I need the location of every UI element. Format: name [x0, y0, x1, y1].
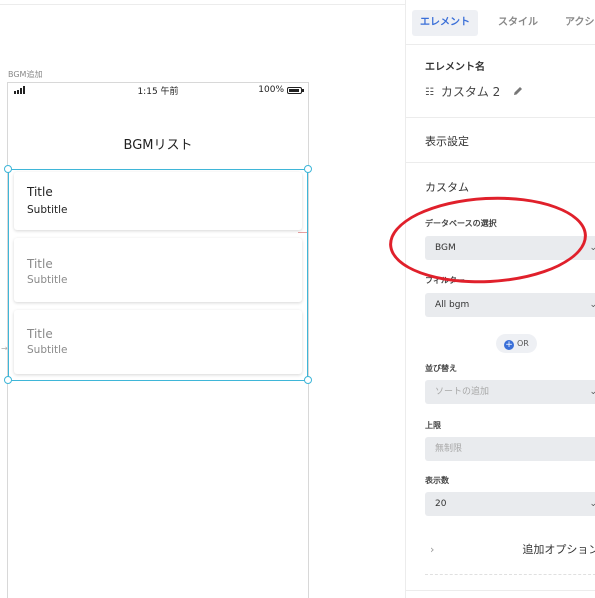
list-icon: ☷	[425, 87, 434, 98]
nav-title: BGMリスト	[123, 138, 193, 153]
display-settings-heading[interactable]: 表示設定	[425, 133, 469, 149]
filter-select[interactable]: All bgm ⌄	[425, 293, 595, 317]
limit-placeholder: 無制限	[435, 444, 463, 454]
status-bar: 1:15 午前 100%	[8, 83, 308, 97]
element-name-field[interactable]: ☷ カスタム 2	[425, 83, 524, 100]
sort-label: 並び替え	[425, 364, 457, 373]
count-select[interactable]: 20 ⌄	[425, 492, 595, 516]
more-options-label: 追加オプション	[522, 543, 595, 556]
battery-percent: 100%	[258, 85, 284, 95]
tab-element[interactable]: エレメント	[412, 10, 478, 36]
count-value: 20	[435, 499, 447, 509]
chevron-down-icon: ⌄	[589, 492, 595, 516]
limit-input[interactable]: 無制限	[425, 437, 595, 461]
more-options-toggle[interactable]: › 追加オプション	[430, 541, 595, 557]
divider	[425, 574, 595, 575]
sort-select[interactable]: ソートの追加 ⌄	[425, 380, 595, 404]
divider	[406, 117, 595, 118]
limit-label: 上限	[425, 421, 441, 430]
canvas-divider	[0, 4, 405, 5]
chevron-right-icon: ›	[430, 543, 435, 556]
sort-placeholder: ソートの追加	[435, 387, 490, 397]
custom-heading: カスタム	[425, 181, 469, 194]
resize-handle[interactable]	[304, 376, 312, 384]
chevron-down-icon: ⌄	[589, 380, 595, 404]
battery-icon	[287, 87, 304, 94]
properties-panel: エレメント スタイル アクション エレメント名 ☷ カスタム 2 表示設定 カス…	[405, 0, 595, 598]
selection-box[interactable]	[8, 169, 308, 381]
count-label: 表示数	[425, 476, 449, 485]
element-name-label: エレメント名	[425, 62, 485, 73]
canvas: BGM追加 1:15 午前 100% BGMリスト Title Subtitle…	[0, 0, 405, 598]
resize-handle[interactable]	[4, 376, 12, 384]
connector-arrow-icon: →	[1, 344, 8, 353]
or-label: OR	[517, 339, 529, 348]
tab-action[interactable]: アクション	[565, 10, 595, 36]
pencil-icon[interactable]	[512, 85, 524, 97]
screen-label[interactable]: BGM追加	[8, 69, 42, 80]
divider	[406, 162, 595, 163]
filter-value: All bgm	[435, 300, 470, 310]
resize-handle[interactable]	[304, 165, 312, 173]
divider	[406, 590, 595, 591]
chevron-down-icon: ⌄	[589, 293, 595, 317]
tab-style[interactable]: スタイル	[498, 10, 538, 36]
panel-tabs: エレメント スタイル アクション	[406, 0, 595, 45]
chevron-down-icon: ⌄	[589, 236, 595, 260]
element-name-value: カスタム 2	[440, 85, 501, 99]
add-or-button[interactable]: + OR	[496, 334, 537, 353]
resize-handle[interactable]	[4, 165, 12, 173]
plus-icon: +	[504, 340, 514, 350]
